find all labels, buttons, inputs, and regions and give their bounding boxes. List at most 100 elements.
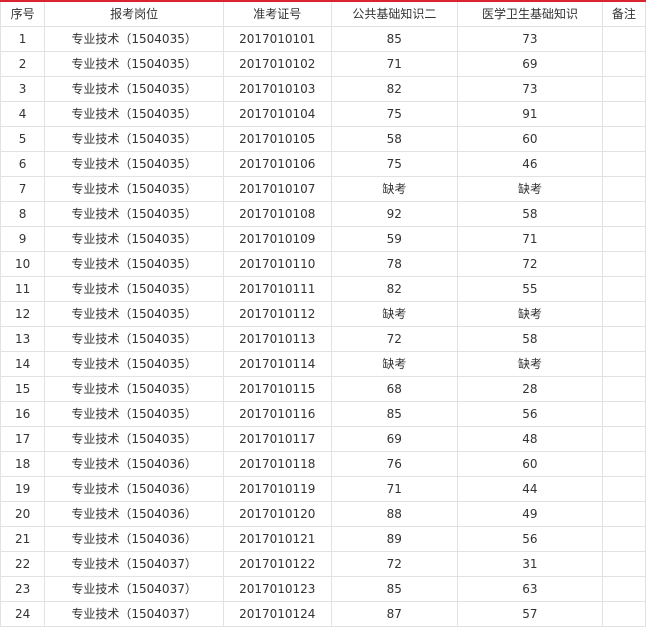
cell-post: 专业技术（1504035） — [44, 276, 225, 302]
cell-post: 专业技术（1504035） — [44, 201, 225, 227]
cell-public-knowledge: 72 — [330, 326, 459, 352]
cell-medical-knowledge: 91 — [457, 101, 603, 127]
cell-seq: 21 — [0, 526, 46, 552]
cell-post: 专业技术（1504035） — [44, 176, 225, 202]
cell-ticket: 2017010119 — [223, 476, 332, 502]
table-row: 15 专业技术（1504035） 2017010115 68 28 — [0, 376, 647, 402]
cell-note — [601, 76, 647, 102]
cell-seq: 16 — [0, 401, 46, 427]
cell-public-knowledge: 59 — [330, 226, 459, 252]
cell-post: 专业技术（1504035） — [44, 426, 225, 452]
cell-post: 专业技术（1504035） — [44, 226, 225, 252]
cell-note — [601, 126, 647, 152]
header-public-knowledge: 公共基础知识二 — [330, 0, 459, 27]
cell-note — [601, 551, 647, 577]
cell-seq: 18 — [0, 451, 46, 477]
cell-seq: 6 — [0, 151, 46, 177]
table-row: 7 专业技术（1504035） 2017010107 缺考 缺考 — [0, 176, 647, 202]
cell-post: 专业技术（1504035） — [44, 26, 225, 52]
header-medical-knowledge: 医学卫生基础知识 — [457, 0, 603, 27]
cell-public-knowledge: 87 — [330, 601, 459, 627]
cell-note — [601, 301, 647, 327]
cell-note — [601, 401, 647, 427]
table-row: 22 专业技术（1504037） 2017010122 72 31 — [0, 551, 647, 577]
cell-ticket: 2017010103 — [223, 76, 332, 102]
cell-ticket: 2017010121 — [223, 526, 332, 552]
table-row: 23 专业技术（1504037） 2017010123 85 63 — [0, 576, 647, 602]
cell-note — [601, 501, 647, 527]
cell-note — [601, 201, 647, 227]
cell-seq: 20 — [0, 501, 46, 527]
cell-medical-knowledge: 46 — [457, 151, 603, 177]
cell-medical-knowledge: 28 — [457, 376, 603, 402]
table-row: 2 专业技术（1504035） 2017010102 71 69 — [0, 51, 647, 77]
cell-post: 专业技术（1504036） — [44, 526, 225, 552]
cell-ticket: 2017010114 — [223, 351, 332, 377]
cell-ticket: 2017010118 — [223, 451, 332, 477]
cell-note — [601, 51, 647, 77]
cell-post: 专业技术（1504035） — [44, 376, 225, 402]
cell-post: 专业技术（1504035） — [44, 101, 225, 127]
cell-ticket: 2017010104 — [223, 101, 332, 127]
cell-medical-knowledge: 31 — [457, 551, 603, 577]
table-row: 3 专业技术（1504035） 2017010103 82 73 — [0, 76, 647, 102]
table-row: 20 专业技术（1504036） 2017010120 88 49 — [0, 501, 647, 527]
cell-ticket: 2017010107 — [223, 176, 332, 202]
cell-post: 专业技术（1504037） — [44, 576, 225, 602]
cell-medical-knowledge: 58 — [457, 326, 603, 352]
table-row: 6 专业技术（1504035） 2017010106 75 46 — [0, 151, 647, 177]
cell-post: 专业技术（1504035） — [44, 151, 225, 177]
cell-public-knowledge: 78 — [330, 251, 459, 277]
cell-medical-knowledge: 73 — [457, 76, 603, 102]
cell-public-knowledge: 缺考 — [330, 301, 459, 327]
table-row: 19 专业技术（1504036） 2017010119 71 44 — [0, 476, 647, 502]
cell-post: 专业技术（1504035） — [44, 326, 225, 352]
cell-medical-knowledge: 69 — [457, 51, 603, 77]
cell-medical-knowledge: 58 — [457, 201, 603, 227]
cell-public-knowledge: 89 — [330, 526, 459, 552]
table-row: 1 专业技术（1504035） 2017010101 85 73 — [0, 26, 647, 52]
cell-post: 专业技术（1504035） — [44, 401, 225, 427]
cell-note — [601, 101, 647, 127]
cell-public-knowledge: 缺考 — [330, 351, 459, 377]
table-row: 14 专业技术（1504035） 2017010114 缺考 缺考 — [0, 351, 647, 377]
cell-public-knowledge: 68 — [330, 376, 459, 402]
cell-seq: 17 — [0, 426, 46, 452]
cell-medical-knowledge: 60 — [457, 451, 603, 477]
cell-public-knowledge: 71 — [330, 51, 459, 77]
cell-seq: 2 — [0, 51, 46, 77]
table-row: 11 专业技术（1504035） 2017010111 82 55 — [0, 276, 647, 302]
cell-medical-knowledge: 56 — [457, 401, 603, 427]
table-row: 18 专业技术（1504036） 2017010118 76 60 — [0, 451, 647, 477]
cell-ticket: 2017010117 — [223, 426, 332, 452]
cell-public-knowledge: 缺考 — [330, 176, 459, 202]
cell-public-knowledge: 85 — [330, 26, 459, 52]
cell-post: 专业技术（1504036） — [44, 451, 225, 477]
cell-medical-knowledge: 56 — [457, 526, 603, 552]
header-row: 序号 报考岗位 准考证号 公共基础知识二 医学卫生基础知识 备注 — [0, 0, 647, 27]
table-row: 4 专业技术（1504035） 2017010104 75 91 — [0, 101, 647, 127]
cell-medical-knowledge: 49 — [457, 501, 603, 527]
cell-ticket: 2017010120 — [223, 501, 332, 527]
cell-post: 专业技术（1504036） — [44, 501, 225, 527]
cell-seq: 13 — [0, 326, 46, 352]
cell-seq: 10 — [0, 251, 46, 277]
cell-public-knowledge: 71 — [330, 476, 459, 502]
cell-medical-knowledge: 72 — [457, 251, 603, 277]
cell-medical-knowledge: 44 — [457, 476, 603, 502]
cell-post: 专业技术（1504035） — [44, 126, 225, 152]
cell-medical-knowledge: 55 — [457, 276, 603, 302]
cell-note — [601, 151, 647, 177]
cell-ticket: 2017010109 — [223, 226, 332, 252]
header-note: 备注 — [601, 0, 647, 27]
cell-public-knowledge: 88 — [330, 501, 459, 527]
cell-public-knowledge: 75 — [330, 151, 459, 177]
cell-seq: 23 — [0, 576, 46, 602]
cell-seq: 7 — [0, 176, 46, 202]
header-post: 报考岗位 — [44, 0, 225, 27]
cell-note — [601, 476, 647, 502]
cell-public-knowledge: 85 — [330, 401, 459, 427]
cell-note — [601, 426, 647, 452]
cell-post: 专业技术（1504035） — [44, 76, 225, 102]
cell-post: 专业技术（1504035） — [44, 301, 225, 327]
